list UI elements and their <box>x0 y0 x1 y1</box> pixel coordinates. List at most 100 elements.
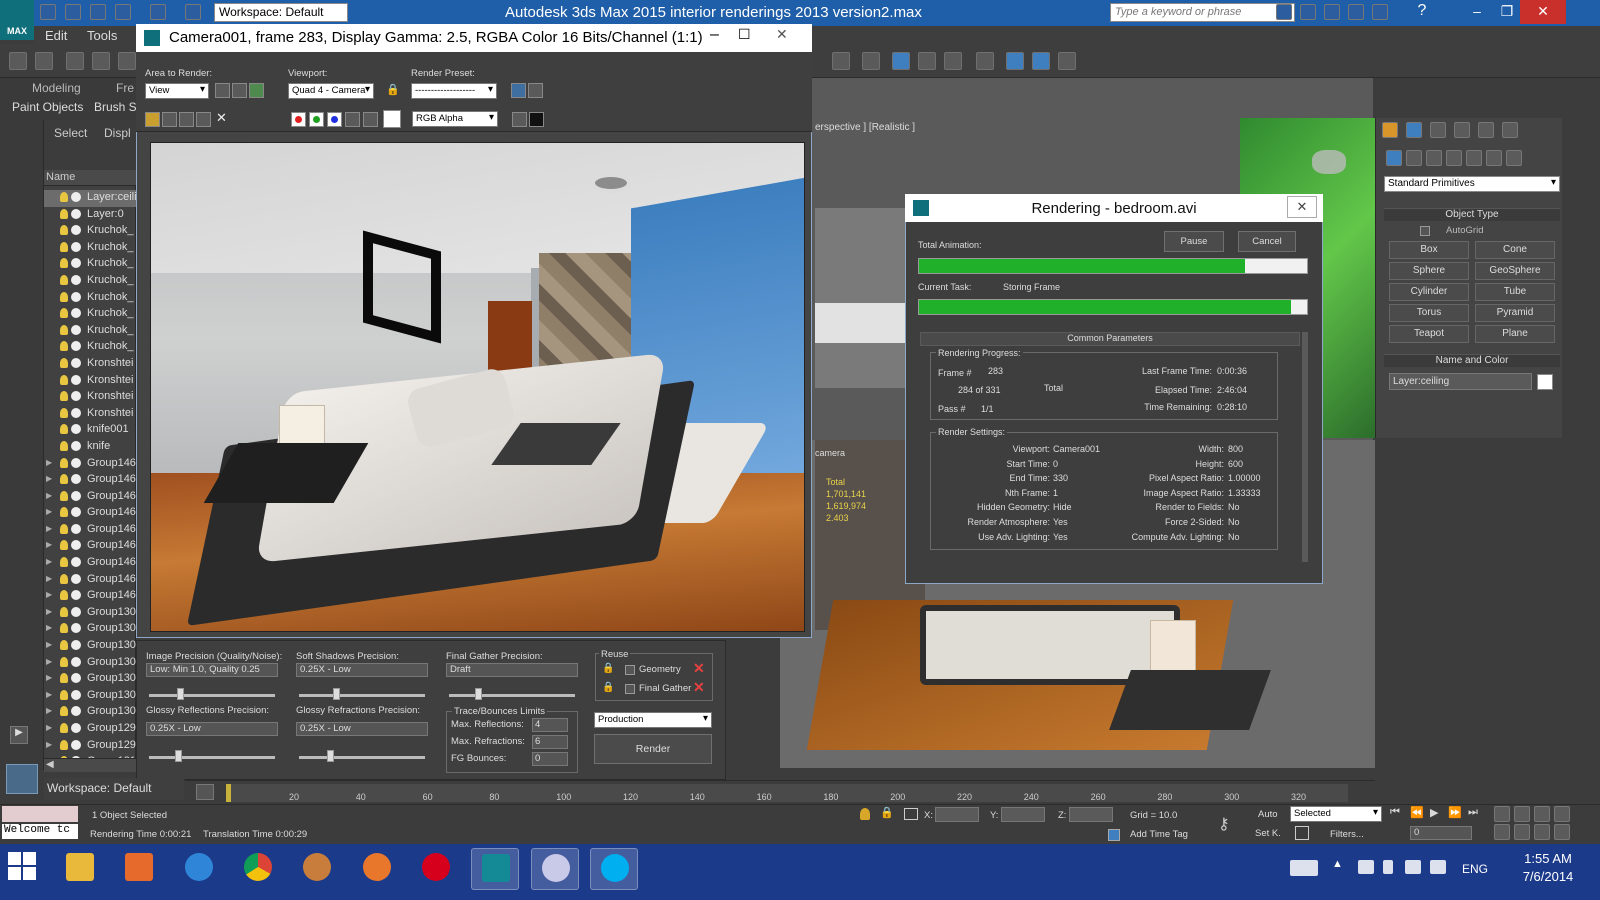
visibility-icon[interactable] <box>71 208 81 219</box>
expand-arrow-icon[interactable]: ▶ <box>46 507 52 516</box>
visibility-icon[interactable] <box>71 557 81 568</box>
light-bulb-icon[interactable] <box>60 689 68 700</box>
visibility-icon[interactable] <box>71 457 81 468</box>
light-bulb-icon[interactable] <box>60 274 68 285</box>
visibility-icon[interactable] <box>71 225 81 236</box>
geometry-lock-icon[interactable]: 🔒 <box>602 663 614 674</box>
ribbon-brush[interactable]: Brush S <box>94 100 137 114</box>
geometry-icon[interactable] <box>1386 150 1402 166</box>
light-bulb-icon[interactable] <box>60 407 68 418</box>
max-refractions-spinner[interactable]: 6 <box>532 735 568 749</box>
expand-arrow-icon[interactable]: ▶ <box>46 657 52 666</box>
visibility-icon[interactable] <box>71 523 81 534</box>
fg-bounces-spinner[interactable]: 0 <box>532 752 568 766</box>
expand-arrow-icon[interactable]: ▶ <box>46 491 52 500</box>
isolate-icon[interactable] <box>860 808 870 820</box>
hierarchy-icon[interactable] <box>1430 122 1446 138</box>
frame-maximize-button[interactable]: ☐ <box>738 26 751 43</box>
dialog-scrollbar[interactable] <box>1302 332 1308 562</box>
viewport-select[interactable]: Quad 4 - Camera <box>288 83 374 99</box>
viewport-label[interactable]: erspective ] [Realistic ] <box>815 122 915 133</box>
visibility-icon[interactable] <box>71 656 81 667</box>
primitive-button-geosphere[interactable]: GeoSphere <box>1475 262 1555 280</box>
pause-button[interactable]: Pause <box>1164 231 1224 252</box>
mini-curve-editor-icon[interactable] <box>196 784 214 800</box>
object-color-swatch[interactable] <box>1537 374 1553 390</box>
next-frame-icon[interactable]: ⏩ <box>1448 806 1462 819</box>
render-teapot-icon[interactable] <box>1058 52 1076 70</box>
light-bulb-icon[interactable] <box>60 391 68 402</box>
key-filter-select[interactable]: Selected <box>1290 806 1382 822</box>
firefox-taskbar-icon[interactable] <box>353 848 401 890</box>
motion-icon[interactable] <box>1454 122 1470 138</box>
close-button[interactable]: ✕ <box>1520 0 1566 24</box>
image-precision-thumb[interactable] <box>177 688 184 700</box>
exchange-icon[interactable] <box>1372 4 1388 20</box>
light-bulb-icon[interactable] <box>60 640 68 651</box>
lock-icon[interactable]: 🔒 <box>386 83 400 96</box>
explorer-row[interactable]: ▶ Group146 <box>44 588 136 605</box>
render-button[interactable]: Render <box>594 734 712 764</box>
maximize-button[interactable]: ❐ <box>1490 0 1524 24</box>
explorer-row[interactable]: ▶ Group130 <box>44 704 136 721</box>
viewport-camera-label[interactable]: camera <box>815 448 845 458</box>
explorer-row[interactable]: knife <box>44 439 136 456</box>
explorer-row[interactable]: Kruchok_ <box>44 306 136 323</box>
expand-arrow-icon[interactable]: ▶ <box>46 524 52 533</box>
maxscript-listener[interactable]: Welcome tc <box>2 824 78 839</box>
light-bulb-icon[interactable] <box>60 440 68 451</box>
modify-icon[interactable] <box>1406 122 1422 138</box>
primitive-type-select[interactable]: Standard Primitives <box>1384 176 1560 192</box>
undo-icon[interactable] <box>115 4 131 20</box>
expand-arrow-icon[interactable]: ▶ <box>46 706 52 715</box>
expand-arrow-icon[interactable]: ▶ <box>46 540 52 549</box>
save-icon[interactable] <box>90 4 106 20</box>
visibility-icon[interactable] <box>71 606 81 617</box>
utilities-icon[interactable] <box>1502 122 1518 138</box>
light-bulb-icon[interactable] <box>60 457 68 468</box>
object-type-rollout[interactable]: Object Type <box>1384 208 1560 221</box>
create-icon[interactable] <box>1382 122 1398 138</box>
explorer-scrollbar[interactable]: ◀ <box>44 758 136 772</box>
opera-taskbar-icon[interactable] <box>412 848 460 890</box>
layer-manager-icon[interactable] <box>862 52 880 70</box>
frame-close-button[interactable]: ✕ <box>776 26 788 43</box>
light-bulb-icon[interactable] <box>60 606 68 617</box>
expand-arrow-icon[interactable]: ▶ <box>10 726 28 744</box>
ie-taskbar-icon[interactable] <box>175 848 223 890</box>
redo-icon[interactable] <box>150 4 166 20</box>
visibility-icon[interactable] <box>71 374 81 385</box>
project-icon[interactable] <box>185 4 201 20</box>
show-hidden-icons[interactable]: ▲ <box>1332 858 1343 870</box>
explorer-row[interactable]: ▶ Group146 <box>44 456 136 473</box>
explorer-row[interactable]: Layer:0 <box>44 207 136 224</box>
expand-arrow-icon[interactable]: ▶ <box>46 623 52 632</box>
fov-icon[interactable] <box>1494 824 1510 840</box>
render-setup-icon[interactable] <box>1006 52 1024 70</box>
final-gather-thumb[interactable] <box>475 688 482 700</box>
save-image-icon[interactable] <box>145 112 160 127</box>
explorer-row[interactable]: ▶ Group146 <box>44 522 136 539</box>
time-tag-icon[interactable] <box>1108 829 1120 841</box>
swatch-icon[interactable] <box>383 110 401 128</box>
explorer-row[interactable]: ▶ Group130 <box>44 671 136 688</box>
star-icon[interactable] <box>1348 4 1364 20</box>
light-bulb-icon[interactable] <box>60 656 68 667</box>
channel-select[interactable]: RGB Alpha <box>412 111 498 127</box>
light-bulb-icon[interactable] <box>60 241 68 252</box>
clock[interactable]: 1:55 AM 7/6/2014 <box>1500 850 1596 886</box>
explorer-row[interactable]: Kruchok_ <box>44 223 136 240</box>
auto-region-icon[interactable] <box>232 83 247 98</box>
visibility-icon[interactable] <box>71 324 81 335</box>
light-bulb-icon[interactable] <box>60 623 68 634</box>
spacewarps-icon[interactable] <box>1486 150 1502 166</box>
display-icon[interactable] <box>1478 122 1494 138</box>
render-setup-icon[interactable] <box>511 83 526 98</box>
app-taskbar-icon[interactable] <box>293 848 341 890</box>
workspace-label[interactable]: Workspace: Default <box>44 778 184 800</box>
menu-edit[interactable]: Edit <box>45 28 67 43</box>
redo-icon[interactable] <box>35 52 53 70</box>
final-gather-checkbox[interactable] <box>625 684 635 694</box>
volume-icon[interactable] <box>1430 860 1446 874</box>
visibility-icon[interactable] <box>71 291 81 302</box>
